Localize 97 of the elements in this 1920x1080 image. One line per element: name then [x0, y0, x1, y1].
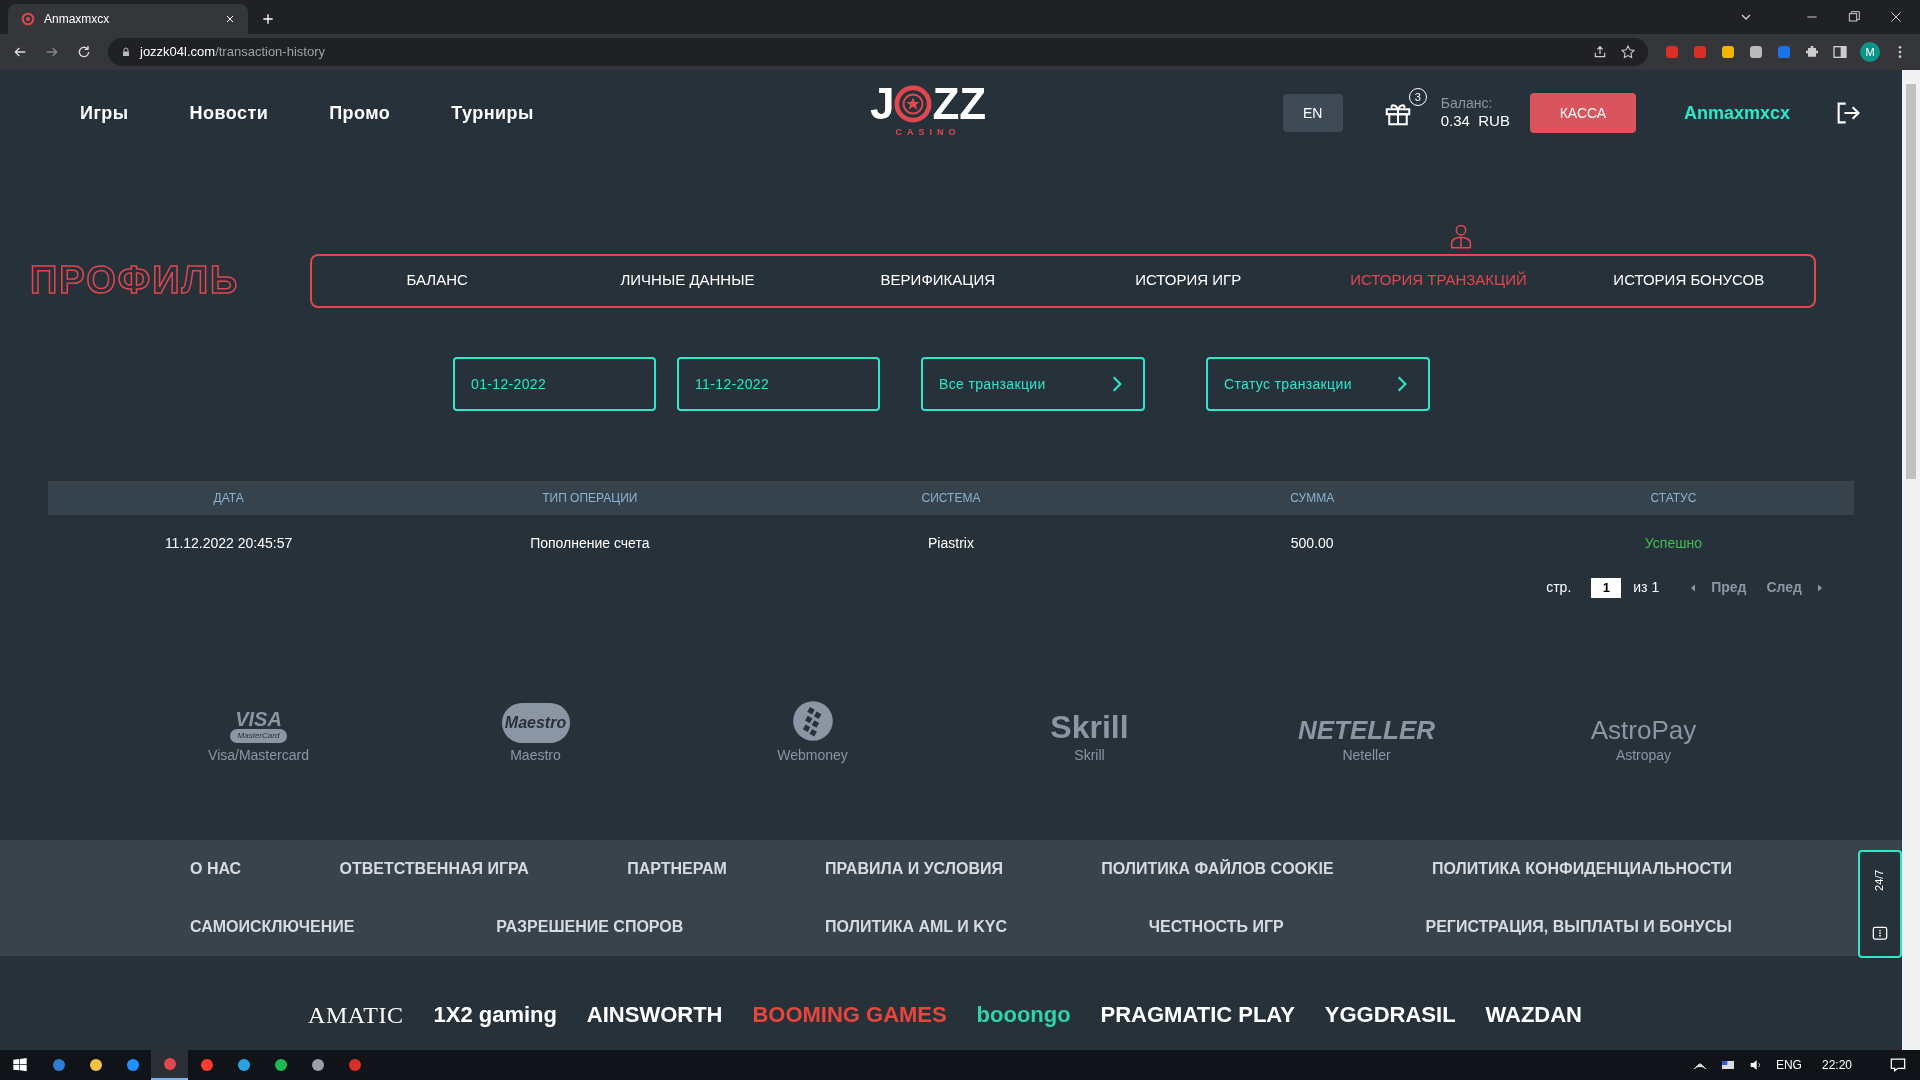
provider-logo: BOOMING GAMES — [752, 1004, 947, 1026]
footer-link[interactable]: ПОЛИТИКА КОНФИДЕНЦИАЛЬНОСТИ — [1432, 857, 1732, 881]
footer-link[interactable]: РЕГИСТРАЦИЯ, ВЫПЛАТЫ И БОНУСЫ — [1425, 915, 1732, 939]
payment-method-label: Astropay — [1615, 746, 1672, 765]
footer-link[interactable]: ОТВЕТСТВЕННАЯ ИГРА — [339, 857, 529, 881]
provider-logo: YGGDRASIL — [1324, 1004, 1456, 1026]
footer-link[interactable]: РАЗРЕШЕНИЕ СПОРОВ — [496, 915, 684, 939]
input-language[interactable]: ENG — [1775, 1056, 1802, 1074]
extension-icon[interactable] — [1720, 44, 1736, 60]
payment-method-label: Neteller — [1342, 746, 1391, 765]
provider-logo: 1X2 gaming — [433, 1004, 557, 1026]
url-text: jozzk04l.com/transaction-history — [140, 43, 325, 62]
lock-icon — [120, 46, 132, 58]
cashier-button[interactable]: КАССА — [1529, 93, 1636, 133]
previous-page-link[interactable]: Пред — [1711, 577, 1747, 598]
favicon-icon — [20, 11, 36, 27]
windows-start-icon[interactable] — [12, 1057, 28, 1073]
clock-time[interactable]: 22:20 — [1821, 1056, 1852, 1074]
profile-tab[interactable]: ИСТОРИЯ БОНУСОВ — [1613, 269, 1765, 292]
browser-tab[interactable]: Anmaxmxcx — [8, 4, 248, 34]
profile-avatar[interactable]: M — [1860, 42, 1880, 62]
neteller-logo: NETELLER — [1297, 717, 1436, 743]
footer-link[interactable]: ПАРТНЕРАМ — [627, 857, 727, 881]
extension-icon[interactable] — [1748, 44, 1764, 60]
tab-title: Anmaxmxcx — [44, 11, 111, 28]
globe-grid-logo — [790, 699, 835, 743]
status-text: Успешно — [1644, 533, 1702, 553]
nav-link[interactable]: Новости — [189, 99, 269, 127]
footer-link[interactable]: ЧЕСТНОСТЬ ИГР — [1148, 915, 1284, 939]
provider-logo: PRAGMATIC PLAY — [1100, 1004, 1295, 1026]
language-button[interactable]: EN — [1282, 94, 1343, 132]
astropay-logo: AstroPay — [1590, 717, 1697, 743]
footer-link[interactable]: ПОЛИТИКА AML И KYC — [825, 915, 1007, 939]
page-number-field[interactable]: 1 — [1591, 577, 1622, 598]
side-panel-icon[interactable] — [1832, 44, 1848, 60]
date-to-field[interactable]: 11-12-2022 — [677, 357, 880, 411]
table-cell-text: Пополнение счета — [530, 533, 650, 553]
provider-logo: booongo — [976, 1004, 1071, 1026]
payment-method-label: Webmoney — [777, 746, 848, 765]
new-tab-icon[interactable] — [260, 11, 276, 27]
profile-tab[interactable]: ВЕРИФИКАЦИЯ — [880, 269, 996, 292]
payment-method-label: Maestro — [510, 746, 561, 765]
puzzle-icon[interactable] — [1804, 44, 1820, 60]
app-icon[interactable] — [272, 1057, 289, 1073]
nav-link[interactable]: Игры — [80, 99, 129, 127]
address-bar[interactable]: jozzk04l.com/transaction-history — [108, 38, 1648, 66]
logo[interactable]: J ZZ CASINO — [870, 82, 987, 140]
transaction-status-dropdown[interactable]: Статус транзакции — [1206, 357, 1430, 411]
app-icon[interactable] — [198, 1057, 215, 1073]
maestro-logo: Maestro — [501, 703, 570, 743]
profile-tab[interactable]: ИСТОРИЯ ИГР — [1135, 269, 1242, 292]
page-title: ПРОФИЛЬ — [30, 258, 241, 303]
app-icon[interactable] — [309, 1057, 326, 1073]
balance-label: Баланс: — [1440, 94, 1494, 113]
provider-logo: AMATIC — [308, 1003, 404, 1027]
column-header: ТИП ОПЕРАЦИИ — [542, 490, 638, 507]
restore-icon[interactable] — [1846, 9, 1862, 25]
extension-icon[interactable] — [1776, 44, 1792, 60]
footer-link[interactable]: О НАС — [190, 857, 242, 881]
app-icon[interactable] — [124, 1057, 141, 1073]
footer-link[interactable]: САМОИСКЛЮЧЕНИЕ — [190, 915, 355, 939]
bookmark-star-icon[interactable] — [1620, 44, 1636, 60]
skrill-logo: Skrill — [1050, 711, 1129, 743]
transaction-type-dropdown[interactable]: Все транзакции — [921, 357, 1145, 411]
scrollbar[interactable] — [1902, 70, 1920, 1050]
roulette-icon — [894, 85, 933, 123]
reload-icon[interactable] — [76, 44, 92, 60]
balance-amount: 0.34 RUB — [1440, 112, 1510, 132]
table-cell-text: Piastrix — [928, 533, 974, 553]
close-tab-icon[interactable] — [224, 13, 236, 25]
profile-tab[interactable]: ЛИЧНЫЕ ДАННЫЕ — [620, 269, 755, 292]
payment-method-label: Skrill — [1074, 746, 1105, 765]
next-page-link[interactable]: След — [1766, 577, 1802, 598]
page-count: из 1 — [1633, 578, 1660, 597]
table-cell-text: 500.00 — [1290, 533, 1334, 553]
close-window-icon[interactable] — [1888, 9, 1904, 25]
column-header: СИСТЕМА — [921, 490, 981, 507]
column-header: СУММА — [1290, 490, 1335, 507]
footer-link[interactable]: ПРАВИЛА И УСЛОВИЯ — [825, 857, 1003, 881]
app-icon[interactable] — [87, 1057, 104, 1073]
table-cell-text: 11.12.2022 20:45:57 — [164, 533, 293, 553]
username-link[interactable]: Anmaxmxcx — [1683, 99, 1790, 127]
provider-logo: AINSWORTH — [586, 1004, 723, 1026]
profile-tab[interactable]: БАЛАНС — [406, 269, 468, 292]
provider-logo: WAZDAN — [1485, 1004, 1582, 1026]
column-header: ДАТА — [213, 490, 244, 507]
date-from-field[interactable]: 01-12-2022 — [453, 357, 656, 411]
share-icon[interactable] — [1592, 44, 1608, 60]
support-widget[interactable]: 24/7 — [1858, 850, 1902, 958]
app-icon[interactable] — [235, 1057, 252, 1073]
card-logo: VISA MasterCard — [229, 709, 288, 743]
nav-link[interactable]: Промо — [329, 99, 391, 127]
footer-link[interactable]: ПОЛИТИКА ФАЙЛОВ COOKIE — [1101, 857, 1334, 881]
nav-link[interactable]: Турниры — [451, 99, 534, 127]
column-header: СТАТУС — [1650, 490, 1697, 507]
page-label: стр. — [1546, 578, 1572, 597]
payment-method-label: Visa/Mastercard — [208, 746, 309, 765]
